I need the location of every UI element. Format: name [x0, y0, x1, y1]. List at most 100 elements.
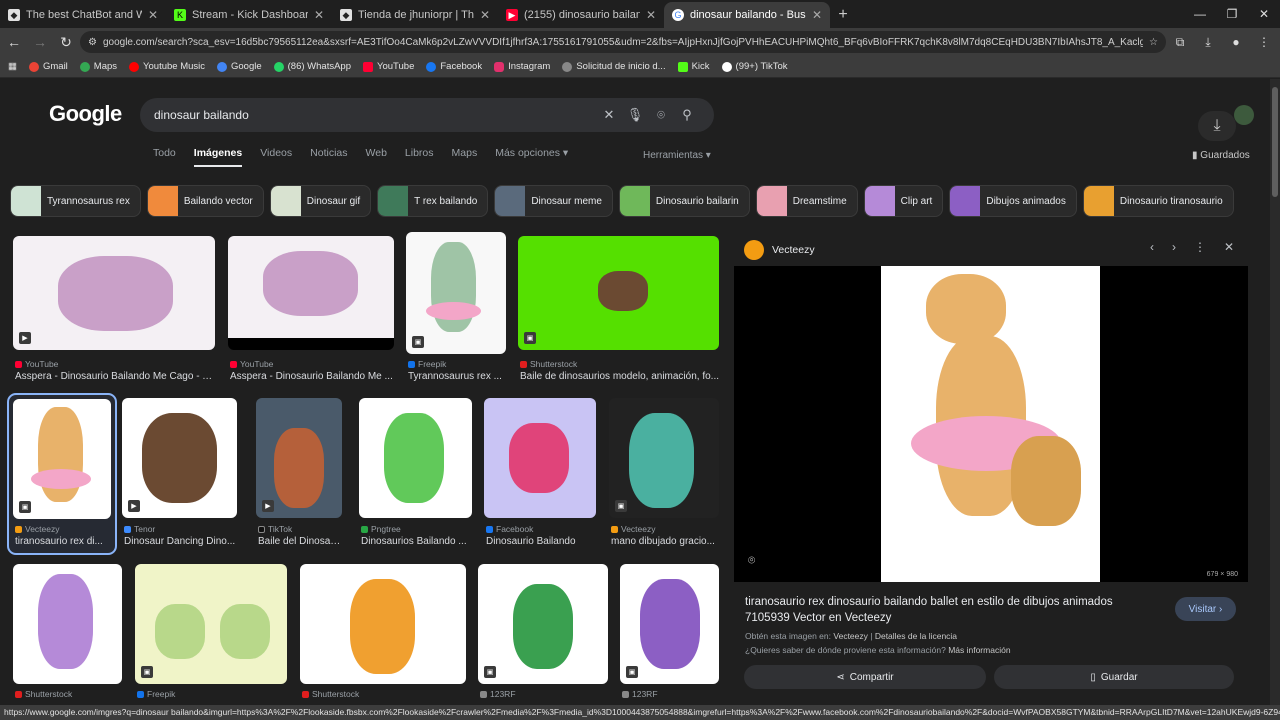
- result-card[interactable]: ▣ Vecteezy mano dibujado gracio...: [609, 398, 719, 550]
- tab-libros[interactable]: Libros: [405, 147, 434, 167]
- tab-imagenes[interactable]: Imágenes: [193, 147, 243, 167]
- scrollbar-thumb[interactable]: [1272, 87, 1278, 197]
- tab-mas-opciones[interactable]: Más opciones ▾: [495, 147, 568, 167]
- close-tab-icon[interactable]: ✕: [314, 8, 324, 22]
- forward-icon[interactable]: →: [28, 30, 52, 54]
- reload-icon[interactable]: ↻: [54, 30, 78, 54]
- bookmark-maps[interactable]: Maps: [79, 61, 117, 72]
- tab-todo[interactable]: Todo: [153, 147, 176, 167]
- share-button[interactable]: ⋖ Compartir: [744, 665, 986, 689]
- chip[interactable]: Dinosaurio tiranosaurio: [1082, 185, 1234, 217]
- preview-source[interactable]: Vecteezy: [772, 244, 815, 256]
- license-details-link[interactable]: Detalles de la licencia: [875, 631, 957, 641]
- lens-icon[interactable]: ⌾: [648, 107, 674, 123]
- save-button[interactable]: ▯ Guardar: [994, 665, 1234, 689]
- bookmark-youtube[interactable]: YouTube: [363, 61, 414, 72]
- close-tab-icon[interactable]: ✕: [148, 8, 158, 22]
- google-logo[interactable]: Google: [49, 101, 122, 127]
- result-card[interactable]: YouTube Asspera - Dinosaurio Bailando Me…: [228, 236, 394, 386]
- close-preview-icon[interactable]: ✕: [1224, 240, 1234, 254]
- microphone-icon[interactable]: 🎙: [622, 107, 648, 123]
- tab-noticias[interactable]: Noticias: [310, 147, 347, 167]
- preview-title[interactable]: tiranosaurio rex dinosaurio bailando bal…: [745, 594, 1155, 626]
- browser-tab[interactable]: ◆ Tienda de jhuniorpr | The best ✕: [332, 2, 498, 28]
- visit-button[interactable]: Visitar ›: [1175, 597, 1236, 621]
- avatar[interactable]: [1234, 105, 1254, 125]
- bookmark-gmail[interactable]: Gmail: [28, 61, 68, 72]
- result-card[interactable]: ▣ Freepik: [135, 564, 287, 704]
- result-card[interactable]: ▣ Shutterstock Baile de dinosaurios mode…: [518, 236, 719, 386]
- bookmark-kick[interactable]: Kick: [677, 61, 710, 72]
- minimize-icon[interactable]: —: [1184, 0, 1216, 28]
- back-icon[interactable]: ←: [2, 30, 26, 54]
- close-tab-icon[interactable]: ✕: [812, 8, 822, 22]
- lens-search-icon[interactable]: ⌾: [748, 553, 755, 568]
- more-info-link[interactable]: Más información: [948, 645, 1010, 655]
- download-page-icon[interactable]: ⤓: [1198, 111, 1236, 141]
- result-card[interactable]: ▶ Tenor Dinosaur Dancing Dino...: [122, 398, 237, 550]
- result-card[interactable]: Facebook Dinosaurio Bailando: [484, 398, 596, 550]
- result-card[interactable]: ▣ 123RF: [478, 564, 608, 704]
- browser-tab-active[interactable]: Gdinosaur bailando - Buscar con ✕: [664, 2, 830, 28]
- download-icon[interactable]: ⤓: [1198, 32, 1218, 52]
- browser-tab[interactable]: ▶ (2155) dinosaurio bailando - Yo ✕: [498, 2, 664, 28]
- more-options-icon[interactable]: ⋮: [1194, 240, 1206, 254]
- apps-grid-icon[interactable]: ▦: [8, 61, 17, 72]
- chip[interactable]: Dinosaurio bailarin: [618, 185, 750, 217]
- bookmark-facebook[interactable]: Facebook: [426, 61, 482, 72]
- bookmark-google[interactable]: Google: [217, 61, 262, 72]
- result-card[interactable]: ▶ TikTok Baile del Dinosauri...: [256, 398, 342, 550]
- result-card[interactable]: Pngtree Dinosaurios Bailando ...: [359, 398, 472, 550]
- result-card[interactable]: ▣ Freepik Tyrannosaurus rex ...: [406, 232, 506, 386]
- saved-link[interactable]: ▮ Guardados: [1192, 150, 1250, 161]
- result-card-selected[interactable]: ▣ Vecteezy tiranosaurio rex di...: [7, 393, 117, 555]
- close-tab-icon[interactable]: ✕: [646, 8, 656, 22]
- extensions-icon[interactable]: ⧉: [1170, 32, 1190, 52]
- bookmark-star-icon[interactable]: ☆: [1149, 37, 1158, 48]
- tools-dropdown[interactable]: Herramientas ▾: [643, 150, 711, 161]
- tab-videos[interactable]: Videos: [260, 147, 292, 167]
- result-card[interactable]: ▶ YouTube Asspera - Dinosaurio Bailando …: [13, 236, 215, 386]
- bookmark-instagram[interactable]: Instagram: [494, 61, 550, 72]
- chip[interactable]: Dinosaur meme: [494, 185, 613, 217]
- new-tab-icon[interactable]: +: [830, 2, 856, 28]
- chip[interactable]: T rex bailando: [377, 185, 489, 217]
- search-box[interactable]: dinosaur bailando ✕ 🎙 ⌾ ⚲: [140, 98, 714, 132]
- chip[interactable]: Dibujos animados: [949, 185, 1077, 217]
- result-card[interactable]: Shutterstock: [13, 564, 122, 704]
- chip[interactable]: Clip art: [863, 185, 944, 217]
- chip[interactable]: Dinosaur gif: [269, 185, 372, 217]
- source-label: 123RF: [490, 689, 516, 699]
- menu-icon[interactable]: ⋮: [1254, 32, 1274, 52]
- browser-tab[interactable]: K Stream - Kick Dashboard ✕: [166, 2, 332, 28]
- bookmark-solicitud[interactable]: Solicitud de inicio d...: [562, 61, 666, 72]
- tab-maps[interactable]: Maps: [452, 147, 478, 167]
- search-icon[interactable]: ⚲: [674, 107, 700, 123]
- source-label: Facebook: [496, 524, 534, 534]
- close-tab-icon[interactable]: ✕: [480, 8, 490, 22]
- chip[interactable]: Tyrannosaurus rex: [10, 185, 141, 217]
- result-card[interactable]: Shutterstock: [300, 564, 466, 704]
- browser-tab[interactable]: ◆ The best ChatBot and Widgets ✕: [0, 2, 166, 28]
- maximize-icon[interactable]: ❐: [1216, 0, 1248, 28]
- previous-icon[interactable]: ‹: [1150, 240, 1154, 254]
- bookmark-whatsapp[interactable]: (86) WhatsApp: [273, 61, 351, 72]
- clear-search-icon[interactable]: ✕: [596, 107, 622, 123]
- site-info-icon[interactable]: ⚙: [88, 37, 97, 48]
- preview-image[interactable]: ⌾ 679 × 980: [734, 266, 1248, 582]
- bookmark-tiktok[interactable]: (99+) TikTok: [721, 61, 788, 72]
- url-bar[interactable]: ⚙ google.com/search?sca_esv=16d5bc795651…: [80, 31, 1166, 53]
- chip[interactable]: Dreamstime: [755, 185, 858, 217]
- tab-web[interactable]: Web: [366, 147, 387, 167]
- source-label: YouTube: [25, 359, 59, 369]
- page-scrollbar[interactable]: [1270, 79, 1280, 705]
- close-window-icon[interactable]: ✕: [1248, 0, 1280, 28]
- source-label: Vecteezy: [621, 524, 656, 534]
- result-card[interactable]: ▣ 123RF: [620, 564, 719, 704]
- profile-icon[interactable]: ●: [1226, 32, 1246, 52]
- next-icon[interactable]: ›: [1172, 240, 1176, 254]
- search-input[interactable]: dinosaur bailando: [154, 108, 596, 122]
- chip[interactable]: Bailando vector: [146, 185, 264, 217]
- license-source-link[interactable]: Vecteezy: [833, 631, 868, 641]
- bookmark-youtube-music[interactable]: Youtube Music: [129, 61, 205, 72]
